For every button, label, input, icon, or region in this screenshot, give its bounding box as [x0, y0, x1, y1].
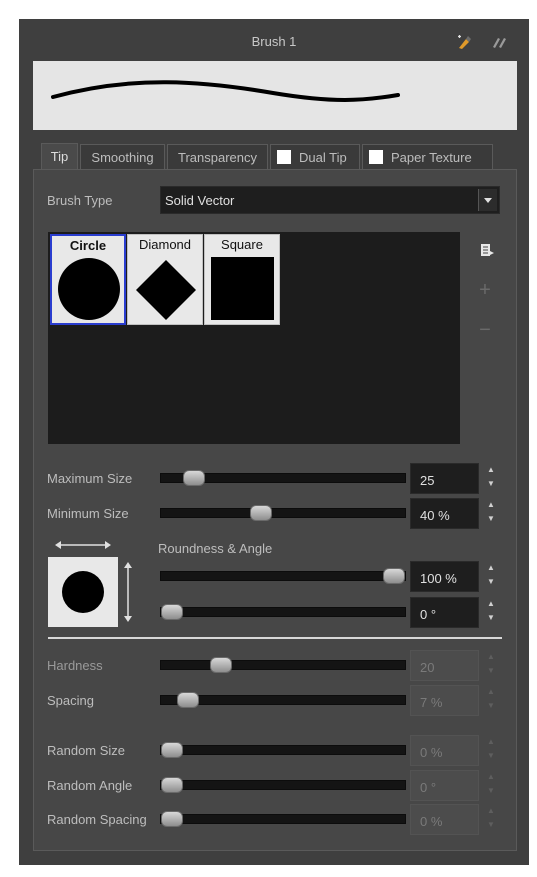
roundness-angle-label: Roundness & Angle	[158, 541, 273, 556]
square-tip-icon	[211, 257, 274, 320]
random-spacing-label: Random Spacing	[47, 812, 147, 827]
hardness-slider[interactable]	[160, 660, 406, 670]
random-angle-slider-handle[interactable]	[161, 777, 183, 793]
minimum-size-stepper[interactable]: ▲ ▼	[484, 498, 498, 529]
brush-type-dropdown[interactable]: Solid Vector	[160, 186, 500, 214]
maximum-size-label: Maximum Size	[47, 471, 133, 486]
brush-type-value: Solid Vector	[165, 193, 235, 208]
minimum-size-slider-handle[interactable]	[249, 505, 272, 521]
remove-tip-icon[interactable]: −	[477, 320, 493, 340]
random-spacing-slider[interactable]	[160, 814, 406, 824]
roundness-field[interactable]: 100 %	[410, 561, 479, 592]
spacing-field[interactable]: 7 %	[410, 685, 479, 716]
hardness-field[interactable]: 20	[410, 650, 479, 681]
tab-tip-label: Tip	[50, 149, 69, 164]
tab-tip[interactable]: Tip	[41, 143, 78, 170]
roundness-stepper[interactable]: ▲ ▼	[484, 561, 498, 592]
random-angle-field[interactable]: 0 °	[410, 770, 479, 801]
vertical-arrow-icon	[124, 562, 132, 622]
random-spacing-stepper[interactable]: ▲ ▼	[484, 804, 498, 835]
minimum-size-field[interactable]: 40 %	[410, 498, 479, 529]
tab-paper-texture-label: Paper Texture	[391, 150, 472, 165]
angle-field[interactable]: 0 °	[410, 597, 479, 628]
paper-texture-checkbox[interactable]	[369, 150, 383, 164]
horizontal-arrow-icon	[55, 541, 111, 549]
title-bar: Brush 1	[19, 26, 529, 56]
minimum-size-slider[interactable]	[160, 508, 406, 518]
random-angle-slider[interactable]	[160, 780, 406, 790]
new-brush-icon[interactable]	[456, 34, 472, 50]
random-size-label: Random Size	[47, 743, 126, 758]
roundness-circle-icon	[62, 571, 104, 613]
tip-square[interactable]: Square	[204, 234, 280, 325]
spacing-stepper[interactable]: ▲ ▼	[484, 685, 498, 716]
section-divider	[48, 637, 502, 639]
hardness-slider-handle[interactable]	[209, 657, 232, 673]
maximum-size-field[interactable]: 25	[410, 463, 479, 494]
roundness-slider[interactable]	[160, 571, 406, 581]
random-size-stepper[interactable]: ▲ ▼	[484, 735, 498, 766]
random-size-field[interactable]: 0 %	[410, 735, 479, 766]
tip-name: Diamond	[138, 237, 192, 252]
dual-tip-checkbox[interactable]	[277, 150, 291, 164]
tab-dual-tip-label: Dual Tip	[299, 150, 347, 165]
circle-tip-icon	[58, 258, 120, 320]
tab-dual-tip[interactable]: Dual Tip	[270, 144, 360, 169]
brush-title: Brush 1	[251, 34, 297, 49]
angle-stepper[interactable]: ▲ ▼	[484, 597, 498, 628]
tab-transparency[interactable]: Transparency	[167, 144, 268, 169]
hardness-label: Hardness	[47, 658, 103, 673]
stroke-preview	[33, 61, 517, 130]
tip-name: Square	[221, 237, 263, 252]
maximum-size-slider-handle[interactable]	[183, 470, 206, 486]
tip-diamond[interactable]: Diamond	[127, 234, 203, 325]
roundness-slider-handle[interactable]	[383, 568, 405, 584]
roundness-preview	[48, 557, 118, 627]
brush-stroke-preview	[51, 80, 400, 102]
add-tip-icon[interactable]: +	[477, 280, 493, 300]
spacing-slider-handle[interactable]	[176, 692, 199, 708]
tip-circle[interactable]: Circle	[50, 234, 126, 325]
random-size-slider[interactable]	[160, 745, 406, 755]
random-size-slider-handle[interactable]	[161, 742, 183, 758]
diamond-tip-icon	[136, 260, 196, 320]
random-spacing-field[interactable]: 0 %	[410, 804, 479, 835]
angle-slider-handle[interactable]	[161, 604, 183, 620]
hardness-stepper[interactable]: ▲ ▼	[484, 650, 498, 681]
angle-slider[interactable]	[160, 607, 406, 617]
spacing-label: Spacing	[47, 693, 94, 708]
tab-smoothing-label: Smoothing	[91, 150, 154, 165]
minimum-size-label: Minimum Size	[47, 506, 129, 521]
random-spacing-slider-handle[interactable]	[161, 811, 183, 827]
brush-options-icon[interactable]	[491, 34, 507, 50]
tab-paper-texture[interactable]: Paper Texture	[362, 144, 493, 169]
random-angle-stepper[interactable]: ▲ ▼	[484, 770, 498, 801]
tab-transparency-label: Transparency	[178, 150, 257, 165]
chevron-down-icon[interactable]	[478, 189, 497, 211]
random-angle-label: Random Angle	[47, 778, 133, 793]
tip-menu-icon[interactable]	[479, 242, 495, 258]
tip-name: Circle	[69, 238, 107, 253]
brush-type-label: Brush Type	[47, 193, 113, 208]
maximum-size-stepper[interactable]: ▲ ▼	[484, 463, 498, 494]
tab-smoothing[interactable]: Smoothing	[80, 144, 165, 169]
